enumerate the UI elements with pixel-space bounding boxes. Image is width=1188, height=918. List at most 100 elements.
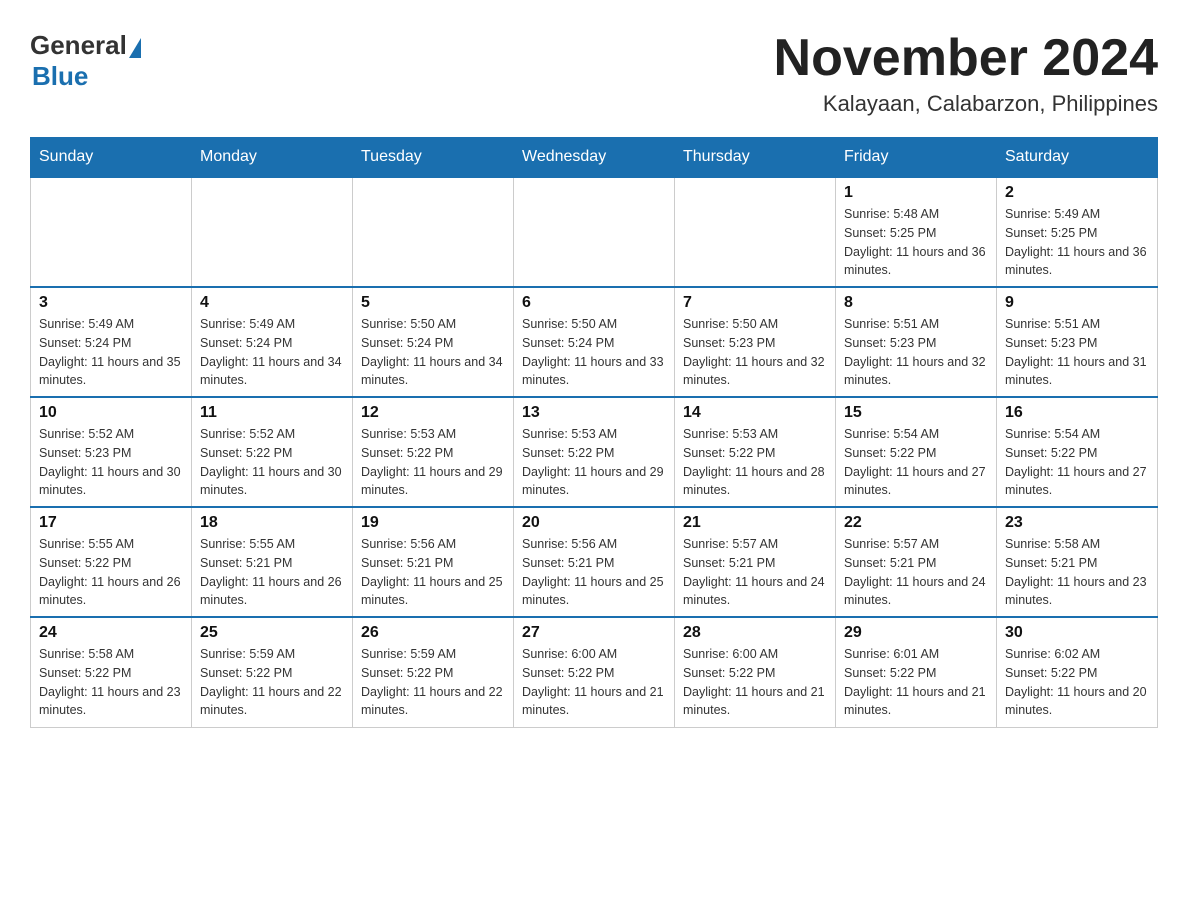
day-number: 19 [361, 514, 505, 532]
day-info: Sunrise: 5:49 AM Sunset: 5:25 PM Dayligh… [1005, 205, 1149, 280]
day-number: 18 [200, 514, 344, 532]
calendar-cell: 16 Sunrise: 5:54 AM Sunset: 5:22 PM Dayli… [997, 397, 1158, 507]
day-info: Sunrise: 5:50 AM Sunset: 5:23 PM Dayligh… [683, 315, 827, 390]
calendar-week-3: 10 Sunrise: 5:52 AM Sunset: 5:23 PM Dayli… [31, 397, 1158, 507]
calendar-header-monday: Monday [192, 138, 353, 178]
calendar-cell: 30 Sunrise: 6:02 AM Sunset: 5:22 PM Dayli… [997, 617, 1158, 727]
calendar-header-tuesday: Tuesday [353, 138, 514, 178]
day-info: Sunrise: 5:52 AM Sunset: 5:23 PM Dayligh… [39, 425, 183, 500]
day-info: Sunrise: 6:01 AM Sunset: 5:22 PM Dayligh… [844, 645, 988, 720]
calendar-cell: 4Sunrise: 5:49 AM Sunset: 5:24 PM Daylig… [192, 287, 353, 397]
calendar-cell: 24Sunrise: 5:58 AM Sunset: 5:22 PM Dayli… [31, 617, 192, 727]
logo-general-text: General [30, 30, 127, 61]
calendar-cell: 22Sunrise: 5:57 AM Sunset: 5:21 PM Dayli… [836, 507, 997, 617]
calendar-cell: 21Sunrise: 5:57 AM Sunset: 5:21 PM Dayli… [675, 507, 836, 617]
day-info: Sunrise: 5:52 AM Sunset: 5:22 PM Dayligh… [200, 425, 344, 500]
calendar-cell: 12 Sunrise: 5:53 AM Sunset: 5:22 PM Dayli… [353, 397, 514, 507]
calendar-cell [353, 177, 514, 287]
calendar-cell: 18 Sunrise: 5:55 AM Sunset: 5:21 PM Dayli… [192, 507, 353, 617]
month-title: November 2024 [774, 30, 1158, 87]
day-info: Sunrise: 5:58 AM Sunset: 5:21 PM Dayligh… [1005, 535, 1149, 610]
day-number: 1 [844, 184, 988, 202]
calendar-cell: 25 Sunrise: 5:59 AM Sunset: 5:22 PM Dayli… [192, 617, 353, 727]
day-info: Sunrise: 5:58 AM Sunset: 5:22 PM Dayligh… [39, 645, 183, 720]
day-info: Sunrise: 5:50 AM Sunset: 5:24 PM Dayligh… [361, 315, 505, 390]
calendar-cell: 3 Sunrise: 5:49 AM Sunset: 5:24 PM Daylig… [31, 287, 192, 397]
day-number: 3 [39, 294, 183, 312]
day-number: 11 [200, 404, 344, 422]
day-info: Sunrise: 5:53 AM Sunset: 5:22 PM Dayligh… [683, 425, 827, 500]
calendar-header-saturday: Saturday [997, 138, 1158, 178]
calendar-week-4: 17Sunrise: 5:55 AM Sunset: 5:22 PM Dayli… [31, 507, 1158, 617]
day-number: 13 [522, 404, 666, 422]
calendar-cell: 7 Sunrise: 5:50 AM Sunset: 5:23 PM Daylig… [675, 287, 836, 397]
location-title: Kalayaan, Calabarzon, Philippines [774, 91, 1158, 117]
day-number: 20 [522, 514, 666, 532]
day-info: Sunrise: 5:48 AM Sunset: 5:25 PM Dayligh… [844, 205, 988, 280]
day-info: Sunrise: 5:55 AM Sunset: 5:22 PM Dayligh… [39, 535, 183, 610]
day-info: Sunrise: 5:55 AM Sunset: 5:21 PM Dayligh… [200, 535, 344, 610]
calendar-cell: 2 Sunrise: 5:49 AM Sunset: 5:25 PM Daylig… [997, 177, 1158, 287]
day-number: 6 [522, 294, 666, 312]
logo: General Blue [30, 30, 141, 92]
calendar-cell: 13 Sunrise: 5:53 AM Sunset: 5:22 PM Dayli… [514, 397, 675, 507]
calendar-week-2: 3 Sunrise: 5:49 AM Sunset: 5:24 PM Daylig… [31, 287, 1158, 397]
day-info: Sunrise: 6:00 AM Sunset: 5:22 PM Dayligh… [522, 645, 666, 720]
calendar-table: SundayMondayTuesdayWednesdayThursdayFrid… [30, 137, 1158, 728]
calendar-header-friday: Friday [836, 138, 997, 178]
day-info: Sunrise: 5:50 AM Sunset: 5:24 PM Dayligh… [522, 315, 666, 390]
day-info: Sunrise: 5:57 AM Sunset: 5:21 PM Dayligh… [844, 535, 988, 610]
day-info: Sunrise: 5:51 AM Sunset: 5:23 PM Dayligh… [844, 315, 988, 390]
logo-blue-text: Blue [32, 61, 88, 92]
calendar-cell: 11 Sunrise: 5:52 AM Sunset: 5:22 PM Dayli… [192, 397, 353, 507]
calendar-cell [31, 177, 192, 287]
calendar-week-5: 24Sunrise: 5:58 AM Sunset: 5:22 PM Dayli… [31, 617, 1158, 727]
day-number: 5 [361, 294, 505, 312]
calendar-cell: 29 Sunrise: 6:01 AM Sunset: 5:22 PM Dayli… [836, 617, 997, 727]
day-number: 12 [361, 404, 505, 422]
day-number: 30 [1005, 624, 1149, 642]
calendar-cell [514, 177, 675, 287]
day-number: 4 [200, 294, 344, 312]
day-number: 9 [1005, 294, 1149, 312]
calendar-week-1: 1 Sunrise: 5:48 AM Sunset: 5:25 PM Daylig… [31, 177, 1158, 287]
day-info: Sunrise: 5:53 AM Sunset: 5:22 PM Dayligh… [522, 425, 666, 500]
day-info: Sunrise: 5:54 AM Sunset: 5:22 PM Dayligh… [1005, 425, 1149, 500]
day-number: 2 [1005, 184, 1149, 202]
day-info: Sunrise: 5:54 AM Sunset: 5:22 PM Dayligh… [844, 425, 988, 500]
calendar-cell: 10 Sunrise: 5:52 AM Sunset: 5:23 PM Dayli… [31, 397, 192, 507]
calendar-cell: 19 Sunrise: 5:56 AM Sunset: 5:21 PM Dayli… [353, 507, 514, 617]
day-number: 29 [844, 624, 988, 642]
day-number: 23 [1005, 514, 1149, 532]
day-number: 16 [1005, 404, 1149, 422]
calendar-header-thursday: Thursday [675, 138, 836, 178]
calendar-cell: 17Sunrise: 5:55 AM Sunset: 5:22 PM Dayli… [31, 507, 192, 617]
calendar-cell: 26 Sunrise: 5:59 AM Sunset: 5:22 PM Dayli… [353, 617, 514, 727]
day-number: 26 [361, 624, 505, 642]
day-info: Sunrise: 5:59 AM Sunset: 5:22 PM Dayligh… [361, 645, 505, 720]
calendar-cell: 23 Sunrise: 5:58 AM Sunset: 5:21 PM Dayli… [997, 507, 1158, 617]
title-block: November 2024 Kalayaan, Calabarzon, Phil… [774, 30, 1158, 117]
day-number: 28 [683, 624, 827, 642]
day-info: Sunrise: 6:02 AM Sunset: 5:22 PM Dayligh… [1005, 645, 1149, 720]
calendar-cell [675, 177, 836, 287]
day-number: 14 [683, 404, 827, 422]
calendar-cell: 9 Sunrise: 5:51 AM Sunset: 5:23 PM Daylig… [997, 287, 1158, 397]
day-info: Sunrise: 5:53 AM Sunset: 5:22 PM Dayligh… [361, 425, 505, 500]
calendar-cell: 20Sunrise: 5:56 AM Sunset: 5:21 PM Dayli… [514, 507, 675, 617]
calendar-header-sunday: Sunday [31, 138, 192, 178]
day-info: Sunrise: 5:51 AM Sunset: 5:23 PM Dayligh… [1005, 315, 1149, 390]
day-info: Sunrise: 5:49 AM Sunset: 5:24 PM Dayligh… [39, 315, 183, 390]
day-number: 10 [39, 404, 183, 422]
calendar-cell: 1 Sunrise: 5:48 AM Sunset: 5:25 PM Daylig… [836, 177, 997, 287]
day-info: Sunrise: 5:59 AM Sunset: 5:22 PM Dayligh… [200, 645, 344, 720]
day-number: 25 [200, 624, 344, 642]
calendar-cell: 28Sunrise: 6:00 AM Sunset: 5:22 PM Dayli… [675, 617, 836, 727]
day-number: 7 [683, 294, 827, 312]
calendar-cell: 27Sunrise: 6:00 AM Sunset: 5:22 PM Dayli… [514, 617, 675, 727]
day-info: Sunrise: 5:56 AM Sunset: 5:21 PM Dayligh… [361, 535, 505, 610]
day-number: 21 [683, 514, 827, 532]
calendar-header-wednesday: Wednesday [514, 138, 675, 178]
calendar-header-row: SundayMondayTuesdayWednesdayThursdayFrid… [31, 138, 1158, 178]
calendar-cell: 6 Sunrise: 5:50 AM Sunset: 5:24 PM Daylig… [514, 287, 675, 397]
